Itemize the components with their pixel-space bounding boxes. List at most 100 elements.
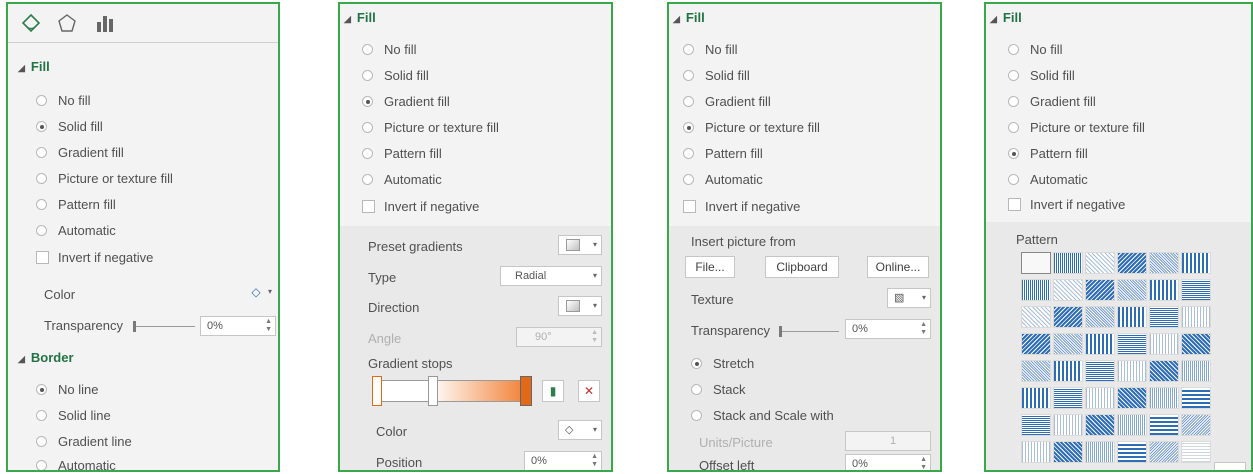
pattern-swatch[interactable] [1085,387,1115,409]
file-button[interactable]: File... [685,256,735,278]
type-dropdown[interactable]: Radial ▾ [500,266,602,286]
series-options-tab-icon[interactable] [94,12,116,34]
radio-icon [36,173,47,184]
pattern-swatch[interactable] [1181,387,1211,409]
pattern-swatch[interactable] [1021,414,1051,436]
pattern-swatch[interactable] [1021,441,1051,463]
radio-icon [1008,174,1019,185]
fill-section-header[interactable]: ◢ Fill [990,10,1022,25]
spinner-icon[interactable]: ▲ ▼ [265,318,272,334]
radio-icon [36,436,47,447]
add-gradient-stop-icon[interactable]: ▮ [542,380,564,402]
pattern-swatch[interactable] [1053,306,1083,328]
pattern-swatch[interactable] [1021,360,1051,382]
pattern-swatch[interactable] [1149,279,1179,301]
gradient-stop-handle[interactable] [428,376,438,406]
pattern-swatch[interactable] [1021,333,1051,355]
position-input[interactable]: 0% ▲ ▼ [524,451,602,470]
pattern-swatch[interactable] [1053,414,1083,436]
pattern-swatch[interactable] [1181,279,1211,301]
radio-icon [683,70,694,81]
fill-line-tab-icon[interactable] [20,12,42,34]
offset-left-input[interactable]: 0% ▲ ▼ [845,454,931,470]
pattern-swatch[interactable] [1149,360,1179,382]
fill-section-header[interactable]: ◢ Fill [673,10,705,25]
format-pane-solid-fill: ◢ Fill No fill Solid fill Gradient fill P… [6,2,280,472]
radio-icon [36,147,47,158]
pattern-swatch[interactable] [1085,360,1115,382]
pattern-swatch[interactable] [1085,333,1115,355]
radio-icon [691,384,702,395]
spinner-icon[interactable]: ▲ ▼ [920,456,927,470]
pattern-swatch[interactable] [1149,387,1179,409]
radio-icon [1008,96,1019,107]
pattern-swatch[interactable] [1149,333,1179,355]
fill-section-header[interactable]: ◢ Fill [344,10,376,25]
pattern-swatch[interactable] [1181,441,1211,463]
pattern-swatch[interactable] [1117,414,1147,436]
pattern-swatch[interactable] [1053,441,1083,463]
pattern-swatch[interactable] [1149,306,1179,328]
pattern-swatch[interactable] [1149,252,1179,274]
format-tab-bar [8,4,278,44]
radio-icon [362,148,373,159]
slider-knob[interactable] [779,326,782,337]
pattern-swatch[interactable] [1181,306,1211,328]
pattern-swatch[interactable] [1085,441,1115,463]
checkbox-icon [1008,198,1021,211]
pattern-swatch[interactable] [1021,252,1051,274]
pattern-swatch[interactable] [1085,279,1115,301]
fill-color-picker[interactable]: ◇ ▾ [236,282,276,304]
pattern-swatch[interactable] [1117,306,1147,328]
radio-icon [1008,70,1019,81]
pattern-swatch[interactable] [1053,360,1083,382]
pattern-swatch[interactable] [1181,360,1211,382]
spinner-icon[interactable]: ▲ ▼ [591,453,598,469]
pattern-swatch[interactable] [1117,387,1147,409]
transparency-slider[interactable] [779,326,839,337]
slider-knob[interactable] [133,321,136,332]
spinner-icon[interactable]: ▲ ▼ [920,321,927,337]
border-section-header[interactable]: ◢ Border [18,350,74,365]
radio-checked-icon [36,121,47,132]
gradient-swatch-icon [566,239,580,251]
remove-gradient-stop-icon[interactable]: ✕ [578,380,600,402]
gradient-stops-bar[interactable] [374,380,532,402]
pattern-swatch[interactable] [1053,333,1083,355]
pattern-swatch[interactable] [1117,441,1147,463]
preset-gradients-dropdown[interactable]: ▾ [558,235,602,255]
pattern-swatch[interactable] [1181,333,1211,355]
pattern-swatch[interactable] [1117,333,1147,355]
transparency-input[interactable]: 0% ▲ ▼ [200,316,276,336]
pattern-swatch[interactable] [1053,252,1083,274]
transparency-input[interactable]: 0% ▲ ▼ [845,319,931,339]
pattern-swatch[interactable] [1149,441,1179,463]
pattern-swatch[interactable] [1085,252,1115,274]
pattern-swatch[interactable] [1181,414,1211,436]
gradient-stop-handle[interactable] [520,376,532,406]
pattern-swatch[interactable] [1053,387,1083,409]
transparency-slider[interactable] [133,321,195,332]
fill-section-header[interactable]: ◢ Fill [18,59,50,74]
pattern-swatch[interactable] [1085,306,1115,328]
pattern-color-picker[interactable] [1214,462,1246,470]
online-button[interactable]: Online... [867,256,929,278]
clipboard-button[interactable]: Clipboard [765,256,839,278]
pattern-swatch[interactable] [1181,252,1211,274]
pattern-swatch[interactable] [1117,279,1147,301]
spinner-icon: ▲ ▼ [591,329,598,344]
effects-tab-icon[interactable] [56,12,78,34]
texture-dropdown[interactable]: ▧ ▾ [887,288,931,308]
pattern-swatch[interactable] [1021,279,1051,301]
pattern-swatch[interactable] [1053,279,1083,301]
gradient-stop-handle[interactable] [372,376,382,406]
stop-color-picker[interactable]: ◇ ▾ [558,420,602,440]
pattern-swatch[interactable] [1021,306,1051,328]
pattern-swatch[interactable] [1085,414,1115,436]
direction-dropdown[interactable]: ▾ [558,296,602,316]
pattern-swatch[interactable] [1117,360,1147,382]
radio-checked-icon [362,96,373,107]
pattern-swatch[interactable] [1117,252,1147,274]
pattern-swatch[interactable] [1021,387,1051,409]
pattern-swatch[interactable] [1149,414,1179,436]
